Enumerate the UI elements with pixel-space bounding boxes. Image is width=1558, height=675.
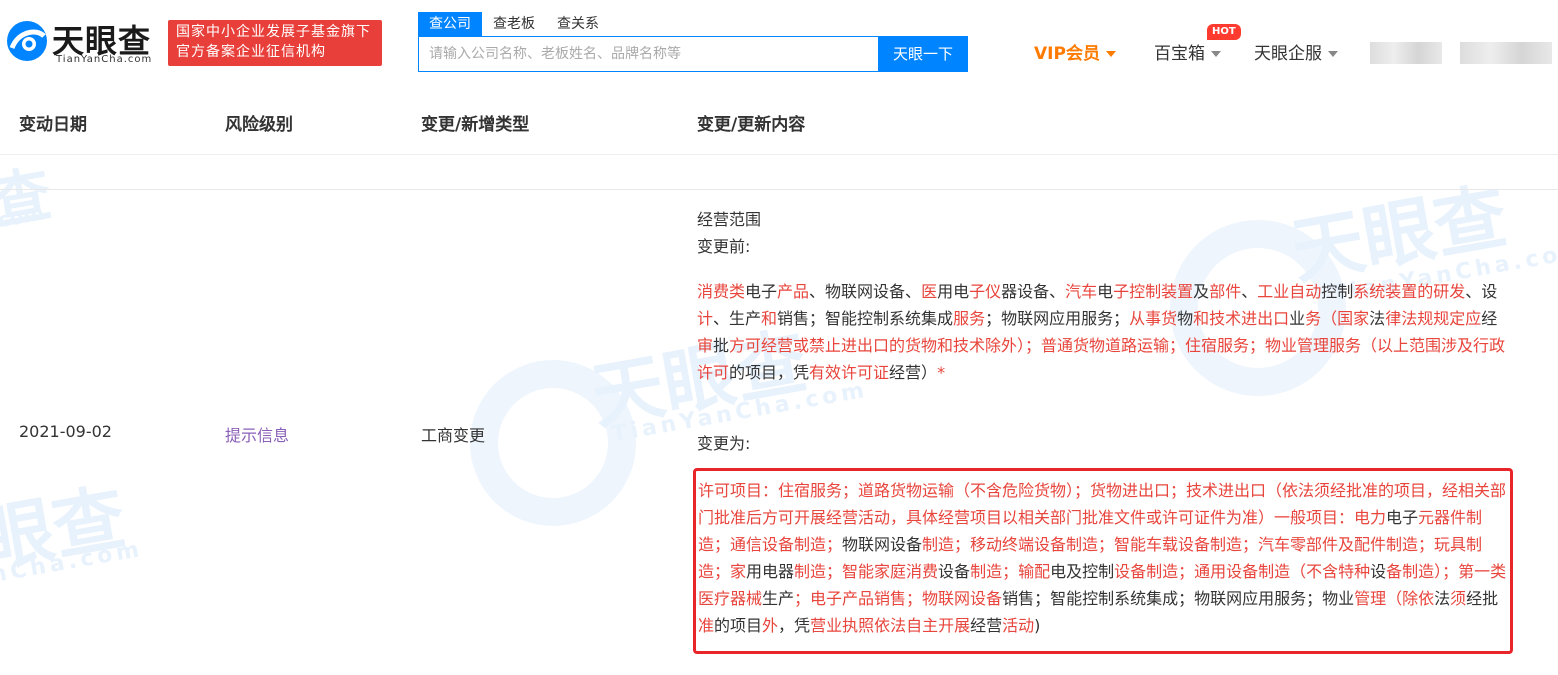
row-separator	[0, 154, 1558, 190]
col-header-risk: 风险级别	[225, 115, 293, 135]
change-type: 工商变更	[421, 426, 486, 445]
nav-vip[interactable]: VIP会员	[1034, 42, 1116, 66]
table-header: 变动日期 风险级别 变更/新增类型 变更/更新内容	[0, 90, 1558, 155]
logo-domain: TianYanCha.com	[56, 54, 153, 65]
after-text: 许可项目：住宿服务；道路货物运输（不含危险货物）；货物进出口；技术进出口（依法须…	[698, 481, 1507, 635]
tab-boss[interactable]: 查老板	[482, 12, 546, 36]
eye-logo-icon	[7, 21, 47, 61]
search-box: 天眼一下	[418, 36, 968, 72]
chevron-down-icon	[1328, 51, 1338, 57]
before-text: 消费类电子产品、物联网设备、医用电子仪器设备、汽车电子控制装置及部件、工业自动控…	[697, 282, 1506, 382]
vip-label: VIP会员	[1034, 44, 1100, 64]
search-tabs: 查公司 查老板 查关系	[418, 12, 610, 36]
top-header: 天眼查 TianYanCha.com 国家中小企业发展子基金旗下 官方备案企业征…	[0, 0, 1558, 90]
before-label: 变更前:	[697, 237, 751, 256]
nav-baibaoxiang[interactable]: 百宝箱	[1154, 42, 1221, 66]
change-date: 2021-09-02	[19, 422, 112, 441]
field-name: 经营范围	[697, 210, 762, 229]
baibaoxiang-label: 百宝箱	[1154, 44, 1205, 64]
site-logo[interactable]: 天眼查 TianYanCha.com	[4, 14, 154, 70]
col-header-date: 变动日期	[19, 115, 87, 135]
col-header-content: 变更/更新内容	[697, 115, 806, 135]
qifu-label: 天眼企服	[1254, 44, 1322, 64]
search-button[interactable]: 天眼一下	[878, 36, 968, 72]
col-header-type: 变更/新增类型	[421, 115, 530, 135]
badge-line-2: 官方备案企业征信机构	[176, 44, 326, 60]
certification-badge: 国家中小企业发展子基金旗下 官方备案企业征信机构	[168, 20, 382, 66]
blurred-user-info	[1370, 42, 1442, 64]
chevron-down-icon	[1105, 51, 1116, 57]
change-content: 经营范围 变更前: 消费类电子产品、物联网设备、医用电子仪器设备、汽车电子控制装…	[697, 206, 1509, 457]
after-label: 变更为:	[697, 434, 751, 453]
nav-qifu[interactable]: 天眼企服	[1254, 42, 1338, 66]
search-input[interactable]	[419, 37, 899, 71]
hot-badge: HOT	[1207, 24, 1241, 40]
risk-level-link[interactable]: 提示信息	[225, 422, 289, 446]
chevron-down-icon	[1211, 51, 1221, 57]
tab-relation[interactable]: 查关系	[546, 12, 610, 36]
badge-line-1: 国家中小企业发展子基金旗下	[176, 24, 371, 40]
blurred-user-avatar[interactable]	[1460, 42, 1552, 64]
tab-company[interactable]: 查公司	[418, 12, 482, 36]
